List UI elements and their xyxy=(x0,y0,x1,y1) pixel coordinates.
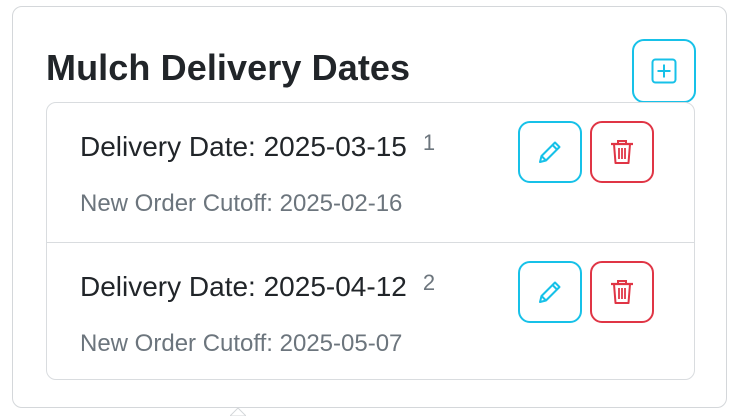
delete-button[interactable] xyxy=(590,121,654,183)
delivery-date-label: Delivery Date: 2025-03-15 xyxy=(80,131,407,162)
order-cutoff-label: New Order Cutoff: 2025-02-16 xyxy=(80,190,403,217)
trash-icon xyxy=(611,140,633,164)
pencil-icon xyxy=(539,281,561,303)
delivery-dates-card: Mulch Delivery Dates Delivery Date: 2025… xyxy=(12,6,727,408)
list-item: Delivery Date: 2025-03-15 1 New Order Cu… xyxy=(47,103,694,242)
list-item: Delivery Date: 2025-04-12 2 New Order Cu… xyxy=(47,242,694,379)
delivery-date-line: Delivery Date: 2025-04-12 2 xyxy=(80,270,435,304)
delete-button[interactable] xyxy=(590,261,654,323)
delivery-date-line: Delivery Date: 2025-03-15 1 xyxy=(80,130,435,164)
delivery-date-label: Delivery Date: 2025-04-12 xyxy=(80,271,407,302)
delivery-number-badge: 2 xyxy=(422,270,436,295)
card-bottom-notch xyxy=(230,408,246,416)
delivery-dates-list: Delivery Date: 2025-03-15 1 New Order Cu… xyxy=(46,102,695,380)
plus-square-icon xyxy=(651,58,677,84)
add-delivery-date-button[interactable] xyxy=(632,39,696,103)
edit-button[interactable] xyxy=(518,121,582,183)
pencil-icon xyxy=(539,141,561,163)
trash-icon xyxy=(611,280,633,304)
delivery-number-badge: 1 xyxy=(422,130,436,155)
order-cutoff-label: New Order Cutoff: 2025-05-07 xyxy=(80,330,403,357)
edit-button[interactable] xyxy=(518,261,582,323)
card-title: Mulch Delivery Dates xyxy=(46,47,411,88)
